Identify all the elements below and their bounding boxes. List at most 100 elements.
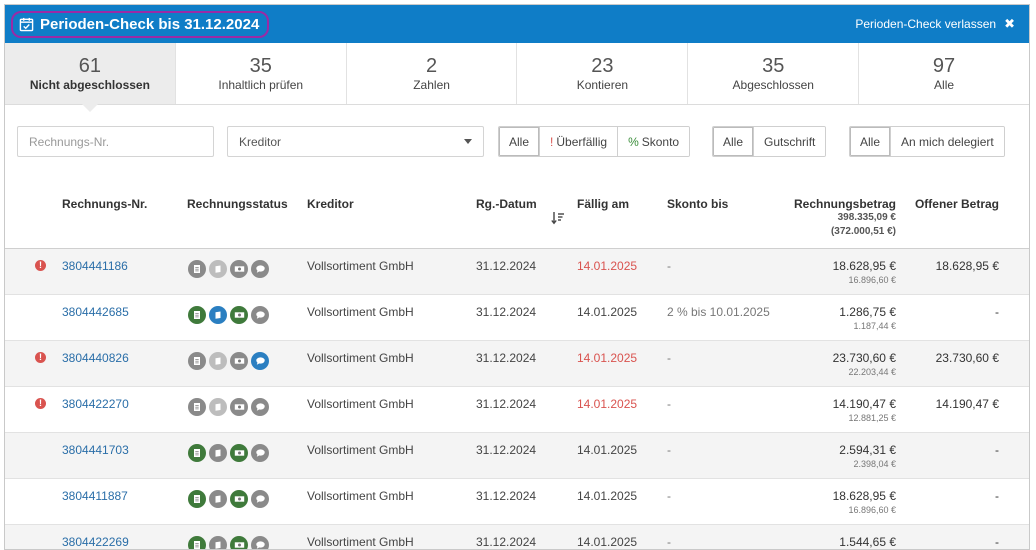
column-discount-until[interactable]: Skonto bis [667, 197, 728, 211]
invoice-number-placeholder: Rechnungs-Nr. [29, 134, 110, 149]
table-row[interactable]: ! 3804440826 Vollsortiment GmbH 31.12.2024 1… [5, 341, 1029, 387]
invoice-amount-cell: 18.628,95 € 16.896,60 € [833, 489, 896, 515]
exclamation-icon: ! [550, 134, 554, 149]
filter-discount-button[interactable]: % Skonto [617, 127, 690, 156]
book-icon[interactable] [209, 536, 227, 549]
tab-label: Alle [934, 78, 955, 92]
document-icon[interactable] [188, 398, 206, 416]
book-icon[interactable] [209, 398, 227, 416]
money-icon[interactable] [230, 398, 248, 416]
due-filter-group: Alle ! Überfällig % Skonto [498, 126, 691, 157]
invoice-number-link[interactable]: 3804441186 [62, 259, 128, 273]
invoice-number-link[interactable]: 3804442685 [62, 305, 129, 319]
book-icon[interactable] [209, 306, 227, 324]
table-row[interactable]: 3804441703 Vollsortiment GmbH 31.12.2024 14… [5, 433, 1029, 479]
money-icon[interactable] [230, 536, 248, 549]
creditor-cell: Vollsortiment GmbH [307, 443, 414, 457]
book-icon[interactable] [209, 352, 227, 370]
invoice-date-cell: 31.12.2024 [476, 443, 537, 457]
tab-inhaltlich-pruefen[interactable]: 35 Inhaltlich prüfen [176, 43, 347, 104]
open-amount-cell: 14.190,47 € [935, 397, 999, 411]
tab-nicht-abgeschlossen[interactable]: 61 Nicht abgeschlossen [5, 43, 176, 112]
book-icon[interactable] [209, 444, 227, 462]
leave-period-check-button[interactable]: Perioden-Check verlassen ✖ [855, 16, 1015, 32]
due-date-cell: 14.01.2025 [577, 397, 638, 411]
filter-all-button[interactable]: Alle [499, 127, 540, 156]
status-tabs: 61 Nicht abgeschlossen 35 Inhaltlich prü… [5, 43, 1029, 112]
invoice-amount-net: 22.203,44 € [848, 367, 896, 377]
document-icon[interactable] [188, 352, 206, 370]
filter-credit-note-button[interactable]: Gutschrift [753, 127, 826, 156]
comment-icon[interactable] [251, 444, 269, 462]
invoice-amount-cell: 2.594,31 € 2.398,04 € [839, 443, 896, 469]
calendar-check-icon [19, 17, 34, 32]
amount-total: 398.335,09 € [837, 212, 896, 223]
comment-icon[interactable] [251, 260, 269, 278]
table-row[interactable]: 3804442685 Vollsortiment GmbH 31.12.2024 14… [5, 295, 1029, 341]
tab-zahlen[interactable]: 2 Zahlen [347, 43, 518, 104]
document-icon[interactable] [188, 444, 206, 462]
money-icon[interactable] [230, 444, 248, 462]
invoice-number-link[interactable]: 3804422270 [62, 397, 129, 411]
column-invoice-status[interactable]: Rechnungsstatus [187, 197, 288, 211]
tab-abgeschlossen[interactable]: 35 Abgeschlossen [688, 43, 860, 104]
open-amount-cell: 23.730,60 € [935, 351, 999, 365]
invoice-date-cell: 31.12.2024 [476, 535, 537, 549]
filter-all-label: Alle [723, 134, 744, 149]
column-invoice-date[interactable]: Rg.-Datum [476, 197, 537, 211]
column-invoice-number[interactable]: Rechnungs-Nr. [62, 197, 147, 211]
book-icon[interactable] [209, 260, 227, 278]
invoice-number-link[interactable]: 3804422269 [62, 535, 129, 549]
open-amount-cell: - [995, 305, 999, 319]
comment-icon[interactable] [251, 352, 269, 370]
invoice-number-link[interactable]: 3804411887 [62, 489, 128, 503]
column-due-date[interactable]: Fällig am [577, 197, 629, 211]
filter-overdue-button[interactable]: ! Überfällig [539, 127, 618, 156]
tab-count: 23 [591, 55, 614, 77]
invoice-number-link[interactable]: 3804440826 [62, 351, 129, 365]
document-icon[interactable] [188, 536, 206, 549]
money-icon[interactable] [230, 260, 248, 278]
table-row[interactable]: ! 3804441186 Vollsortiment GmbH 31.12.2024 1… [5, 249, 1029, 295]
invoice-number-link[interactable]: 3804441703 [62, 443, 129, 457]
table-row[interactable]: 3804422269 Vollsortiment GmbH 31.12.2024 14… [5, 525, 1029, 549]
filter-all-button[interactable]: Alle [713, 127, 754, 156]
invoice-amount: 2.594,31 € [839, 443, 896, 457]
invoice-amount-net: 1.187,44 € [853, 321, 896, 331]
money-icon[interactable] [230, 352, 248, 370]
column-creditor[interactable]: Kreditor [307, 197, 354, 211]
percent-icon: % [628, 134, 639, 149]
discount-cell: - [667, 489, 671, 503]
comment-icon[interactable] [251, 536, 269, 549]
filter-all-button[interactable]: Alle [850, 127, 891, 156]
tab-label: Abgeschlossen [732, 78, 814, 92]
tab-alle[interactable]: 97 Alle [859, 43, 1029, 104]
creditor-select[interactable]: Kreditor [227, 126, 484, 157]
document-icon[interactable] [188, 260, 206, 278]
money-icon[interactable] [230, 306, 248, 324]
column-invoice-amount[interactable]: Rechnungsbetrag 398.335,09 € (372.000,51… [794, 197, 896, 239]
table-row[interactable]: 3804411887 Vollsortiment GmbH 31.12.2024 14… [5, 479, 1029, 525]
invoice-number-search-input[interactable]: Rechnungs-Nr. [17, 126, 214, 157]
document-icon[interactable] [188, 490, 206, 508]
comment-icon[interactable] [251, 398, 269, 416]
tab-kontieren[interactable]: 23 Kontieren [517, 43, 689, 104]
tab-count: 35 [249, 55, 272, 77]
exclamation-circle-icon: ! [35, 398, 46, 409]
sort-descending-icon[interactable] [551, 211, 565, 228]
filter-delegated-button[interactable]: An mich delegiert [890, 127, 1004, 156]
table-row[interactable]: ! 3804422270 Vollsortiment GmbH 31.12.2024 1… [5, 387, 1029, 433]
comment-icon[interactable] [251, 306, 269, 324]
discount-cell: - [667, 397, 671, 411]
leave-label: Perioden-Check verlassen [855, 17, 997, 31]
creditor-cell: Vollsortiment GmbH [307, 489, 414, 503]
invoice-amount-net: 12.881,25 € [848, 413, 896, 423]
document-icon[interactable] [188, 306, 206, 324]
money-icon[interactable] [230, 490, 248, 508]
column-open-amount[interactable]: Offener Betrag [915, 197, 999, 211]
comment-icon[interactable] [251, 490, 269, 508]
credit-filter-group: Alle Gutschrift [712, 126, 827, 157]
creditor-select-label: Kreditor [239, 134, 282, 149]
due-date-cell: 14.01.2025 [577, 351, 638, 365]
book-icon[interactable] [209, 490, 227, 508]
